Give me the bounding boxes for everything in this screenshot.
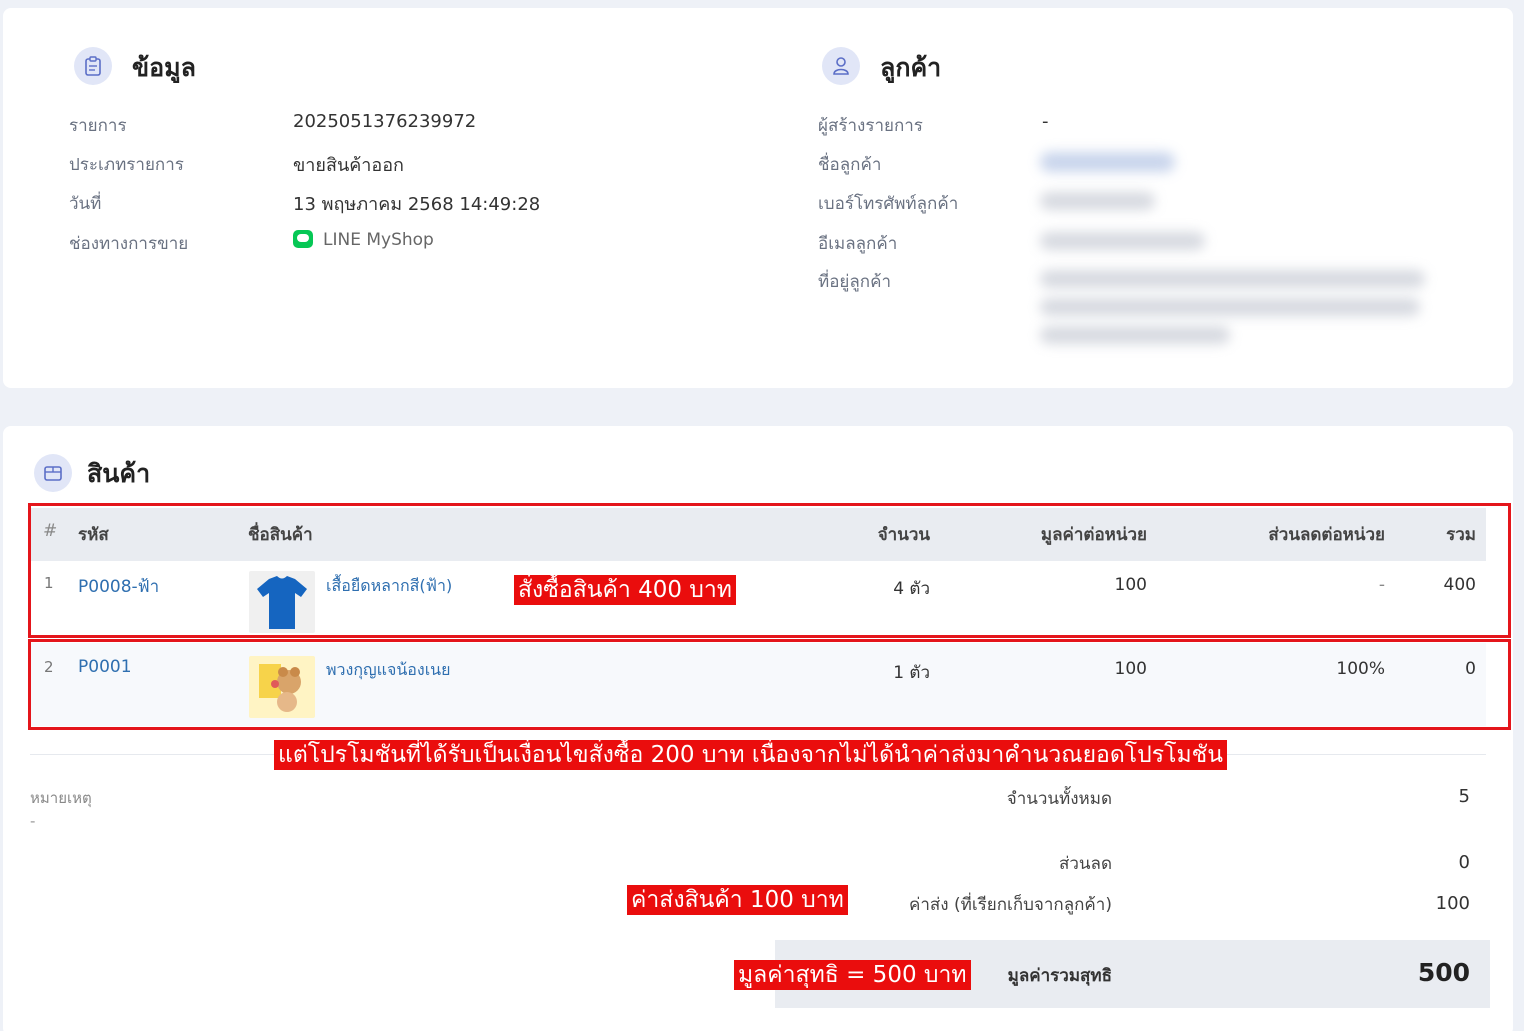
channel-name: LINE MyShop xyxy=(323,230,434,250)
customer-title: ลูกค้า xyxy=(880,53,942,82)
field-label-date: วันที่ xyxy=(69,194,102,214)
blurred-customer-phone xyxy=(1040,192,1155,210)
field-value-type: ขายสินค้าออก xyxy=(293,155,404,176)
annotation-box-row2 xyxy=(28,639,1511,730)
shipping-label: ค่าส่ง (ที่เรียกเก็บจากลูกค้า) xyxy=(909,895,1112,915)
field-label-type: ประเภทรายการ xyxy=(69,155,184,175)
info-title: ข้อมูล xyxy=(132,53,196,82)
total-qty-label: จำนวนทั้งหมด xyxy=(1006,789,1112,809)
annotation-order: สั่งซื้อสินค้า 400 บาท xyxy=(514,575,736,605)
field-value-channel: LINE MyShop xyxy=(293,230,434,250)
customer-value-creator: - xyxy=(1042,111,1049,132)
shipping-value: 100 xyxy=(1435,893,1470,914)
blurred-customer-address-1 xyxy=(1040,270,1425,288)
annotation-promo: แต่โปรโมชันที่ได้รับเป็นเงื่อนไขสั่งซื้อ… xyxy=(274,740,1227,770)
annotation-shipping: ค่าส่งสินค้า 100 บาท xyxy=(627,885,848,915)
customer-label-creator: ผู้สร้างรายการ xyxy=(818,116,923,136)
annotation-box-row1 xyxy=(28,503,1511,638)
field-value-date: 13 พฤษภาคม 2568 14:49:28 xyxy=(293,194,541,215)
total-qty-value: 5 xyxy=(1458,786,1470,807)
blurred-customer-address-3 xyxy=(1040,326,1230,344)
net-total-value: 500 xyxy=(1417,958,1470,987)
blurred-customer-name xyxy=(1040,152,1175,172)
annotation-net: มูลค่าสุทธิ = 500 บาท xyxy=(734,960,971,990)
field-label-order: รายการ xyxy=(69,116,127,136)
customer-label-name: ชื่อลูกค้า xyxy=(818,155,882,175)
note-value: - xyxy=(30,812,36,830)
customer-label-address: ที่อยู่ลูกค้า xyxy=(818,272,892,292)
discount-label: ส่วนลด xyxy=(1058,854,1112,874)
box-icon xyxy=(34,454,72,492)
discount-value: 0 xyxy=(1458,852,1470,873)
customer-label-phone: เบอร์โทรศัพท์ลูกค้า xyxy=(818,194,959,214)
note-label: หมายเหตุ xyxy=(30,789,92,807)
info-card xyxy=(3,8,1513,388)
line-icon xyxy=(293,230,313,248)
products-title: สินค้า xyxy=(87,459,151,488)
customer-label-email: อีเมลลูกค้า xyxy=(818,234,898,254)
field-value-order: 2025051376239972 xyxy=(293,111,477,132)
clipboard-icon xyxy=(74,47,112,85)
blurred-customer-email xyxy=(1040,232,1205,250)
user-icon xyxy=(822,47,860,85)
blurred-customer-address-2 xyxy=(1040,298,1420,316)
field-label-channel: ช่องทางการขาย xyxy=(69,234,189,254)
